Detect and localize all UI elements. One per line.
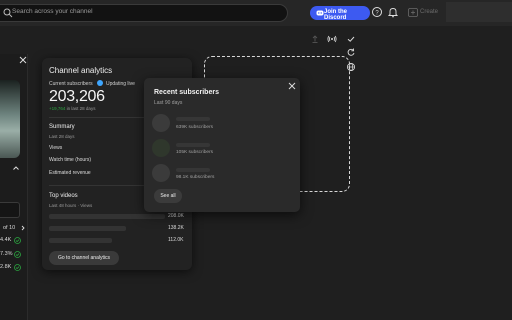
top-videos-title: Top videos — [49, 193, 78, 199]
subscriber-name[interactable] — [176, 168, 210, 172]
left-field[interactable] — [0, 202, 20, 218]
check-circle-icon — [14, 237, 21, 244]
stat-value: 4.4K — [0, 237, 12, 243]
subscriber-count: 639K subscribers — [176, 125, 214, 130]
create-icon — [408, 8, 418, 17]
popup-title: Recent subscribers — [154, 89, 219, 96]
bell-icon[interactable] — [387, 6, 399, 18]
search-bar[interactable]: Search across your channel — [0, 4, 288, 22]
join-discord-label: Join the Discord — [324, 9, 348, 21]
subscriber-name[interactable] — [176, 117, 210, 121]
check-circle-icon — [14, 251, 21, 258]
metric-revenue: Estimated revenue — [49, 170, 91, 176]
pagination-label: of 10 — [3, 225, 16, 231]
video-thumbnail[interactable] — [0, 80, 20, 158]
close-icon[interactable] — [288, 82, 296, 90]
subscriber-avatar[interactable] — [152, 164, 170, 182]
search-input[interactable]: Search across your channel — [12, 8, 93, 15]
video-views: 208.0K — [168, 213, 184, 219]
subscriber-avatar[interactable] — [152, 139, 170, 157]
video-bar[interactable] — [49, 226, 126, 231]
account-area[interactable] — [446, 2, 512, 22]
subscriber-count: 98.1K subscribers — [176, 175, 215, 180]
broadcast-icon[interactable] — [327, 34, 337, 44]
stat-value: 2.8K — [0, 264, 12, 270]
chevron-right-icon[interactable] — [20, 225, 26, 231]
delta-value: +19,764 — [49, 106, 66, 111]
delta-period: in last 28 days — [66, 106, 96, 111]
live-label: Updating live — [106, 81, 135, 87]
current-subscribers-label: Current subscribers — [49, 81, 93, 87]
upload-icon[interactable] — [310, 34, 320, 44]
recent-subscribers-popup: Recent subscribers Last 90 days 639K sub… — [144, 78, 300, 212]
stat-value: 7.3% — [0, 251, 13, 257]
chevron-up-icon[interactable] — [12, 164, 20, 172]
metric-watch-time: Watch time (hours) — [49, 157, 92, 163]
summary-title: Summary — [49, 124, 75, 130]
video-bar[interactable] — [49, 238, 112, 243]
go-to-channel-analytics-button[interactable]: Go to channel analytics — [49, 251, 119, 265]
join-discord-button[interactable]: Join the Discord — [310, 6, 370, 21]
help-icon[interactable]: ? — [371, 6, 383, 18]
top-videos-period: Last 48 hours · Views — [49, 203, 93, 208]
create-button[interactable]: Create — [405, 6, 439, 20]
popup-period: Last 90 days — [154, 100, 183, 106]
video-views: 138.2K — [168, 225, 184, 231]
subscriber-count: 203,206 — [49, 88, 105, 105]
svg-text:?: ? — [375, 10, 379, 16]
metric-views: Views — [49, 145, 63, 151]
create-label: Create — [420, 9, 439, 15]
close-icon[interactable] — [19, 56, 27, 64]
discord-icon — [316, 10, 324, 16]
subscriber-name[interactable] — [176, 143, 210, 147]
subscriber-delta: +19,764 in last 28 days — [49, 106, 95, 111]
top-bar: Search across your channel Join the Disc… — [0, 0, 512, 26]
check-circle-icon — [14, 264, 21, 271]
live-indicator-icon — [97, 80, 103, 86]
refresh-icon[interactable] — [346, 47, 356, 57]
card-title: Channel analytics — [49, 66, 113, 75]
subscriber-avatar[interactable] — [152, 114, 170, 132]
subscriber-count: 105K subscribers — [176, 150, 214, 155]
video-views: 112.0K — [168, 237, 184, 243]
check-icon[interactable] — [346, 34, 356, 44]
see-all-button[interactable]: See all — [154, 189, 182, 203]
summary-period: Last 28 days — [49, 134, 75, 139]
video-bar[interactable] — [49, 214, 165, 219]
